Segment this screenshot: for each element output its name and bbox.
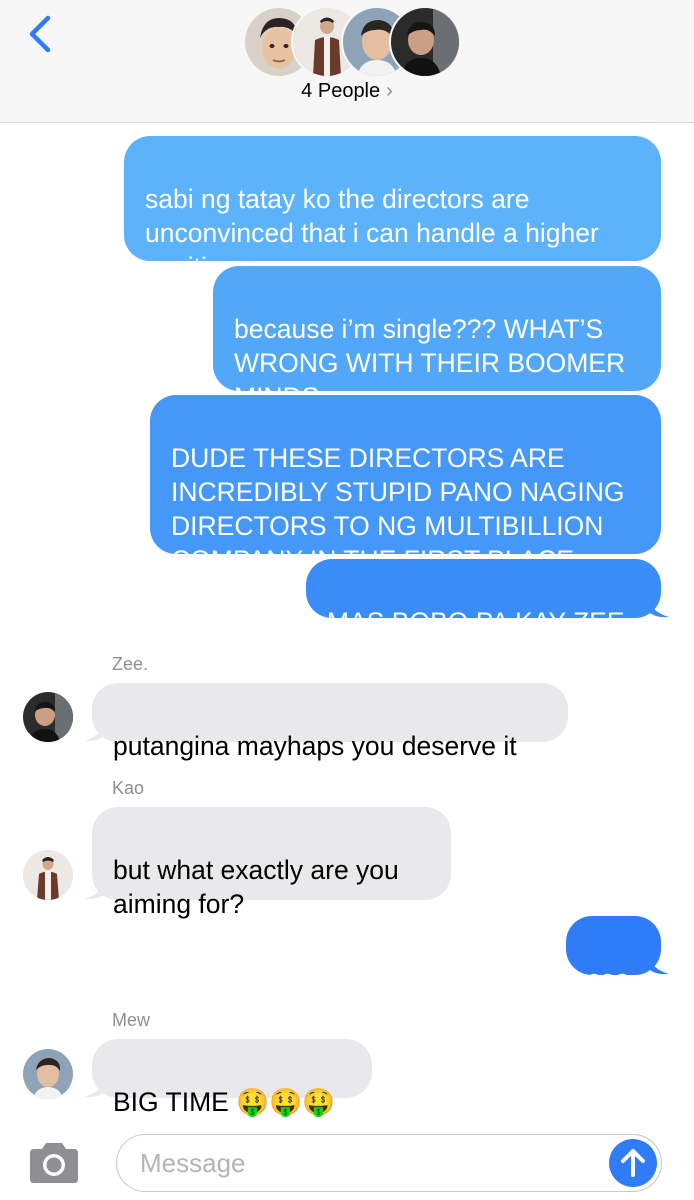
chevron-left-icon [29,15,51,53]
avatar [389,6,461,78]
message-bubble-outgoing[interactable]: MAS BOBO PA KAY ZEE [306,559,661,637]
group-name-label: 4 People [301,80,381,102]
message-bubble-outgoing[interactable]: ceo [566,916,661,994]
message-text: BIG TIME 🤑🤑🤑 [113,1087,336,1117]
message-text: but what exactly are you aiming for? [113,855,399,919]
bubble-tail [84,1078,104,1098]
conversation-header: 4 People › [0,0,694,123]
message-text: ceo [587,964,630,994]
bubble-tail [84,880,104,900]
camera-icon [30,1143,78,1183]
message-text: DUDE THESE DIRECTORS ARE INCREDIBLY STUP… [171,443,625,575]
bubble-tail [84,722,104,742]
message-input[interactable] [116,1134,662,1192]
camera-button[interactable] [26,1141,82,1185]
sender-name: Zee. [112,654,149,674]
back-button[interactable] [24,14,58,54]
message-bubble-outgoing[interactable]: because i’m single??? WHAT’S WRONG WITH … [213,266,661,412]
avatar[interactable] [23,1049,73,1099]
sender-name: Mew [112,1010,151,1030]
bubble-tail [649,598,669,618]
message-text: putangina mayhaps you deserve it [113,731,517,761]
message-text: MAS BOBO PA KAY ZEE [327,607,625,637]
bubble-tail [649,955,669,975]
message-bubble-outgoing[interactable]: sabi ng tatay ko the directors are uncon… [124,136,661,282]
send-button[interactable] [609,1139,657,1187]
avatar[interactable] [23,850,73,900]
group-name-button[interactable]: 4 People › [0,80,694,103]
avatar[interactable] [23,692,73,742]
sender-name: Kao [112,778,145,798]
message-bubble-incoming[interactable]: BIG TIME 🤑🤑🤑 [92,1039,372,1117]
chevron-right-icon: › [386,80,393,102]
message-bubble-incoming[interactable]: putangina mayhaps you deserve it [92,683,568,761]
message-bubble-incoming[interactable]: but what exactly are you aiming for? [92,807,451,919]
arrow-up-icon [621,1149,645,1177]
message-bubble-outgoing[interactable]: DUDE THESE DIRECTORS ARE INCREDIBLY STUP… [150,395,661,575]
group-avatars[interactable] [243,6,461,78]
